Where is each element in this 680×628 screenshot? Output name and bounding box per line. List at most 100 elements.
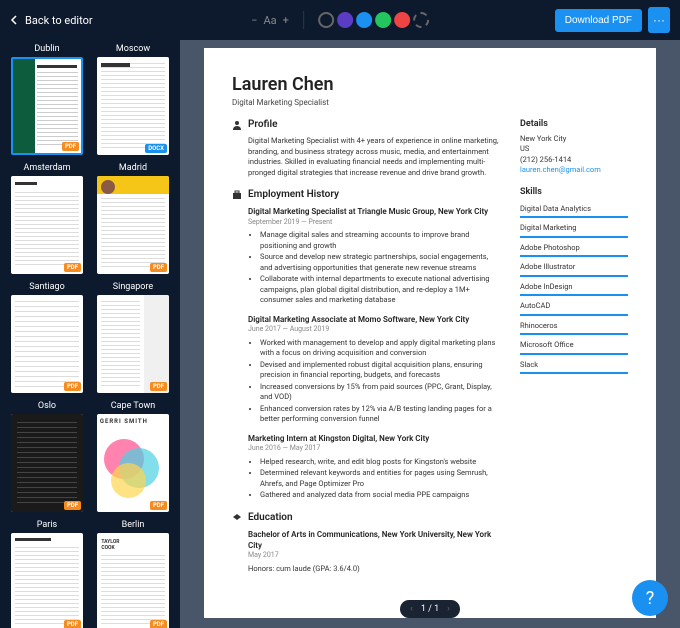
template-badge: PDF [150, 620, 167, 628]
more-button[interactable]: ··· [648, 7, 670, 33]
skill-item: Slack [520, 358, 628, 375]
font-decrease-button[interactable]: − [251, 14, 257, 27]
template-label: Dublin [34, 44, 59, 54]
job-title: Marketing Intern at Kingston Digital, Ne… [248, 433, 502, 444]
details-phone: (212) 256-1414 [520, 155, 628, 166]
font-size-label: Aa [263, 14, 276, 27]
job-bullet: Gathered and analyzed data from social m… [260, 490, 502, 501]
template-badge: PDF [64, 263, 81, 272]
pager-next-button[interactable]: › [447, 604, 450, 614]
template-thumb[interactable]: PDF [11, 176, 83, 274]
template-item[interactable]: Cape Town GERRI SMITHPDF [94, 401, 172, 512]
template-thumb[interactable]: PDF [11, 57, 83, 155]
resume-name: Lauren Chen [232, 72, 628, 97]
job-entry: Marketing Intern at Kingston Digital, Ne… [232, 433, 502, 501]
color-swatch[interactable] [337, 12, 353, 28]
font-increase-button[interactable]: + [283, 14, 289, 27]
skill-item: Adobe InDesign [520, 280, 628, 297]
skill-item: Rhinoceros [520, 319, 628, 336]
topbar: Back to editor − Aa + Download PDF ··· [0, 0, 680, 40]
template-label: Madrid [119, 163, 147, 173]
template-label: Cape Town [111, 401, 155, 411]
template-label: Berlin [122, 520, 145, 530]
template-thumb[interactable]: PDF [11, 295, 83, 393]
profile-heading: Profile [232, 118, 502, 132]
profile-icon [232, 120, 242, 130]
template-thumb[interactable]: PDF [97, 176, 169, 274]
education-title: Bachelor of Arts in Communications, New … [248, 529, 502, 551]
download-pdf-button[interactable]: Download PDF [555, 9, 642, 32]
education-icon [232, 513, 242, 523]
skill-item: AutoCAD [520, 299, 628, 316]
details-country: US [520, 144, 628, 155]
education-heading: Education [232, 511, 502, 525]
pager-label: 1 / 1 [421, 604, 439, 614]
job-bullet: Manage digital sales and streaming accou… [260, 230, 502, 251]
template-label: Paris [37, 520, 57, 530]
job-entry: Digital Marketing Associate at Momo Soft… [232, 314, 502, 425]
skills-heading: Skills [520, 186, 628, 199]
template-thumb[interactable]: PDF [11, 414, 83, 512]
skill-item: Digital Marketing [520, 221, 628, 238]
help-button[interactable]: ? [632, 580, 668, 616]
details-heading: Details [520, 118, 628, 131]
template-thumb[interactable]: TAYLORCOOKPDF [97, 533, 169, 628]
template-item[interactable]: AmsterdamPDF [8, 163, 86, 274]
color-swatch[interactable] [356, 12, 372, 28]
pager: ‹ 1 / 1 › [400, 600, 460, 618]
top-right-controls: Download PDF ··· [555, 7, 670, 33]
back-button[interactable]: Back to editor [10, 14, 93, 27]
template-item[interactable]: Dublin PDF [8, 44, 86, 155]
template-item[interactable]: Madrid PDF [94, 163, 172, 274]
template-badge: PDF [64, 501, 81, 510]
template-thumb[interactable]: PDF [97, 295, 169, 393]
job-bullet: Determined relevant keywords and entitie… [260, 468, 502, 489]
template-item[interactable]: MoscowDOCX [94, 44, 172, 155]
template-sidebar[interactable]: DublinPDFMoscowDOCXAmsterdamPDFMadridPDF… [0, 40, 180, 628]
skill-item: Microsoft Office [520, 338, 628, 355]
pager-prev-button[interactable]: ‹ [410, 604, 413, 614]
template-thumb[interactable]: GERRI SMITHPDF [97, 414, 169, 512]
template-item[interactable]: Paris PDF [8, 520, 86, 628]
template-thumb[interactable]: DOCX [97, 57, 169, 155]
template-thumb[interactable]: PDF [11, 533, 83, 628]
color-swatch[interactable] [394, 12, 410, 28]
color-swatch[interactable] [375, 12, 391, 28]
job-bullet: Worked with management to develop and ap… [260, 338, 502, 359]
profile-text: Digital Marketing Specialist with 4+ yea… [232, 136, 502, 178]
template-badge: PDF [64, 382, 81, 391]
resume-page: Lauren Chen Digital Marketing Specialist… [204, 48, 656, 618]
resume-title: Digital Marketing Specialist [232, 97, 628, 108]
details-city: New York City [520, 134, 628, 145]
template-item[interactable]: Oslo PDF [8, 401, 86, 512]
skill-item: Adobe Photoshop [520, 241, 628, 258]
template-item[interactable]: Berlin TAYLORCOOKPDF [94, 520, 172, 628]
details-email: lauren.chen@gmail.com [520, 165, 628, 176]
main: DublinPDFMoscowDOCXAmsterdamPDFMadridPDF… [0, 40, 680, 628]
template-label: Santiago [29, 282, 64, 292]
job-date: June 2017 — August 2019 [248, 325, 502, 335]
template-label: Singapore [113, 282, 153, 292]
briefcase-icon [232, 190, 242, 200]
job-entry: Digital Marketing Specialist at Triangle… [232, 206, 502, 305]
color-swatch-custom[interactable] [413, 12, 429, 28]
job-bullet: Collaborate with internal departments to… [260, 274, 502, 306]
color-swatch-none[interactable] [318, 12, 334, 28]
job-bullet: Source and develop new strategic partner… [260, 252, 502, 273]
template-item[interactable]: Santiago PDF [8, 282, 86, 393]
job-bullet: Enhanced conversion rates by 12% via A/B… [260, 404, 502, 425]
template-badge: PDF [150, 382, 167, 391]
template-item[interactable]: Singapore PDF [94, 282, 172, 393]
job-date: June 2016 — May 2017 [248, 444, 502, 454]
skill-item: Digital Data Analytics [520, 202, 628, 219]
canvas: Lauren Chen Digital Marketing Specialist… [180, 40, 680, 628]
top-center-controls: − Aa + [251, 11, 429, 29]
template-label: Oslo [38, 401, 56, 411]
template-badge: PDF [64, 620, 81, 628]
job-bullet: Increased conversions by 15% from paid s… [260, 382, 502, 403]
divider [303, 11, 304, 29]
back-label: Back to editor [25, 14, 93, 27]
template-badge: PDF [150, 501, 167, 510]
template-badge: PDF [150, 263, 167, 272]
font-size-controls: − Aa + [251, 14, 289, 27]
